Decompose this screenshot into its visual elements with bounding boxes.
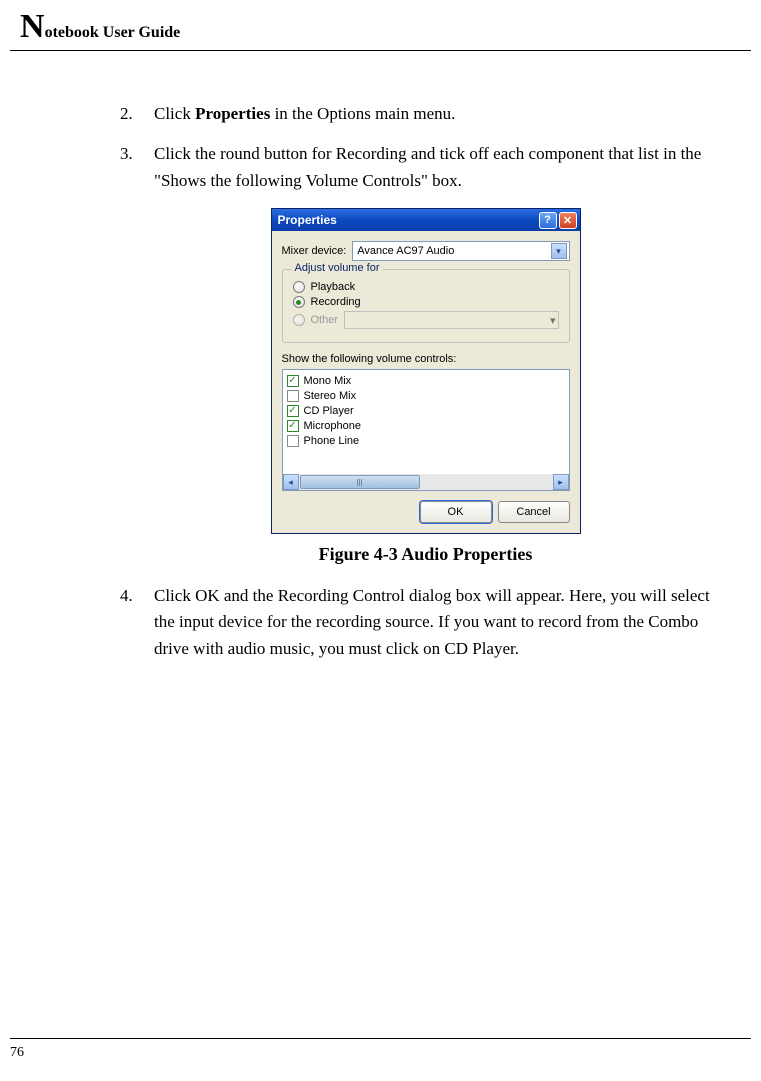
horizontal-scrollbar[interactable]: ◂ ▸ bbox=[283, 474, 569, 490]
mixer-label: Mixer device: bbox=[282, 245, 347, 257]
checkbox-unchecked-icon[interactable]: ✓ bbox=[287, 435, 299, 447]
radio-other-row: Other ▾ bbox=[293, 311, 559, 329]
checkbox-checked-icon[interactable]: ✓ bbox=[287, 375, 299, 387]
check-mono-row[interactable]: ✓ Mono Mix bbox=[287, 375, 565, 387]
radio-other-label: Other bbox=[311, 314, 339, 326]
ok-button[interactable]: OK bbox=[420, 501, 492, 523]
page-content: 2. Click Properties in the Options main … bbox=[0, 51, 761, 662]
mixer-select[interactable]: Avance AC97 Audio ▾ bbox=[352, 241, 569, 261]
check-stereo-row[interactable]: ✓ Stereo Mix bbox=[287, 390, 565, 402]
mixer-row: Mixer device: Avance AC97 Audio ▾ bbox=[282, 241, 570, 261]
step-4: 4. Click OK and the Recording Control di… bbox=[120, 583, 731, 662]
dialog-body: Mixer device: Avance AC97 Audio ▾ Adjust… bbox=[272, 231, 580, 533]
page-header: Notebook User Guide bbox=[10, 0, 751, 51]
adjust-volume-groupbox: Adjust volume for Playback Recording Oth… bbox=[282, 269, 570, 343]
close-button[interactable]: ✕ bbox=[559, 212, 577, 229]
properties-dialog: Properties ? ✕ Mixer device: Avance AC97… bbox=[271, 208, 581, 534]
cancel-button[interactable]: Cancel bbox=[498, 501, 570, 523]
dialog-titlebar[interactable]: Properties ? ✕ bbox=[272, 209, 580, 231]
other-select: ▾ bbox=[344, 311, 558, 329]
header-initial: N bbox=[20, 8, 45, 45]
scroll-right-icon[interactable]: ▸ bbox=[553, 474, 569, 490]
header-title: otebook User Guide bbox=[45, 24, 181, 41]
help-icon: ? bbox=[544, 214, 551, 226]
radio-other bbox=[293, 314, 305, 326]
close-icon: ✕ bbox=[563, 214, 572, 227]
radio-recording-row[interactable]: Recording bbox=[293, 296, 559, 308]
page-number: 76 bbox=[10, 1045, 24, 1060]
check-mic-label: Microphone bbox=[304, 420, 361, 432]
step-text: Click OK and the Recording Control dialo… bbox=[154, 583, 731, 662]
step-number: 3. bbox=[120, 141, 154, 194]
show-controls-label: Show the following volume controls: bbox=[282, 353, 570, 365]
checkbox-unchecked-icon[interactable]: ✓ bbox=[287, 390, 299, 402]
help-button[interactable]: ? bbox=[539, 212, 557, 229]
radio-recording[interactable] bbox=[293, 296, 305, 308]
check-phone-row[interactable]: ✓ Phone Line bbox=[287, 435, 565, 447]
radio-playback[interactable] bbox=[293, 281, 305, 293]
check-stereo-label: Stereo Mix bbox=[304, 390, 357, 402]
step-text: Click the round button for Recording and… bbox=[154, 141, 731, 194]
figure-caption: Figure 4-3 Audio Properties bbox=[120, 544, 731, 565]
groupbox-legend: Adjust volume for bbox=[291, 262, 384, 274]
page-footer: 76 bbox=[10, 1038, 751, 1061]
checkbox-checked-icon[interactable]: ✓ bbox=[287, 420, 299, 432]
radio-playback-row[interactable]: Playback bbox=[293, 281, 559, 293]
step-3: 3. Click the round button for Recording … bbox=[120, 141, 731, 194]
check-phone-label: Phone Line bbox=[304, 435, 360, 447]
check-cd-row[interactable]: ✓ CD Player bbox=[287, 405, 565, 417]
step-number: 4. bbox=[120, 583, 154, 662]
check-mono-label: Mono Mix bbox=[304, 375, 352, 387]
volume-controls-listbox[interactable]: ✓ Mono Mix ✓ Stereo Mix ✓ CD Player ✓ bbox=[282, 369, 570, 491]
chevron-down-icon: ▾ bbox=[550, 314, 556, 327]
check-mic-row[interactable]: ✓ Microphone bbox=[287, 420, 565, 432]
chevron-down-icon[interactable]: ▾ bbox=[551, 243, 567, 259]
dialog-title: Properties bbox=[278, 213, 337, 227]
dialog-buttons: OK Cancel bbox=[282, 501, 570, 523]
checkbox-checked-icon[interactable]: ✓ bbox=[287, 405, 299, 417]
mixer-value: Avance AC97 Audio bbox=[357, 245, 454, 257]
scroll-left-icon[interactable]: ◂ bbox=[283, 474, 299, 490]
radio-recording-label: Recording bbox=[311, 296, 361, 308]
step-2: 2. Click Properties in the Options main … bbox=[120, 101, 731, 127]
figure-container: Properties ? ✕ Mixer device: Avance AC97… bbox=[120, 208, 731, 534]
step-text: Click Properties in the Options main men… bbox=[154, 101, 455, 127]
check-cd-label: CD Player bbox=[304, 405, 354, 417]
radio-playback-label: Playback bbox=[311, 281, 356, 293]
step-number: 2. bbox=[120, 101, 154, 127]
scrollbar-thumb[interactable] bbox=[300, 475, 420, 489]
